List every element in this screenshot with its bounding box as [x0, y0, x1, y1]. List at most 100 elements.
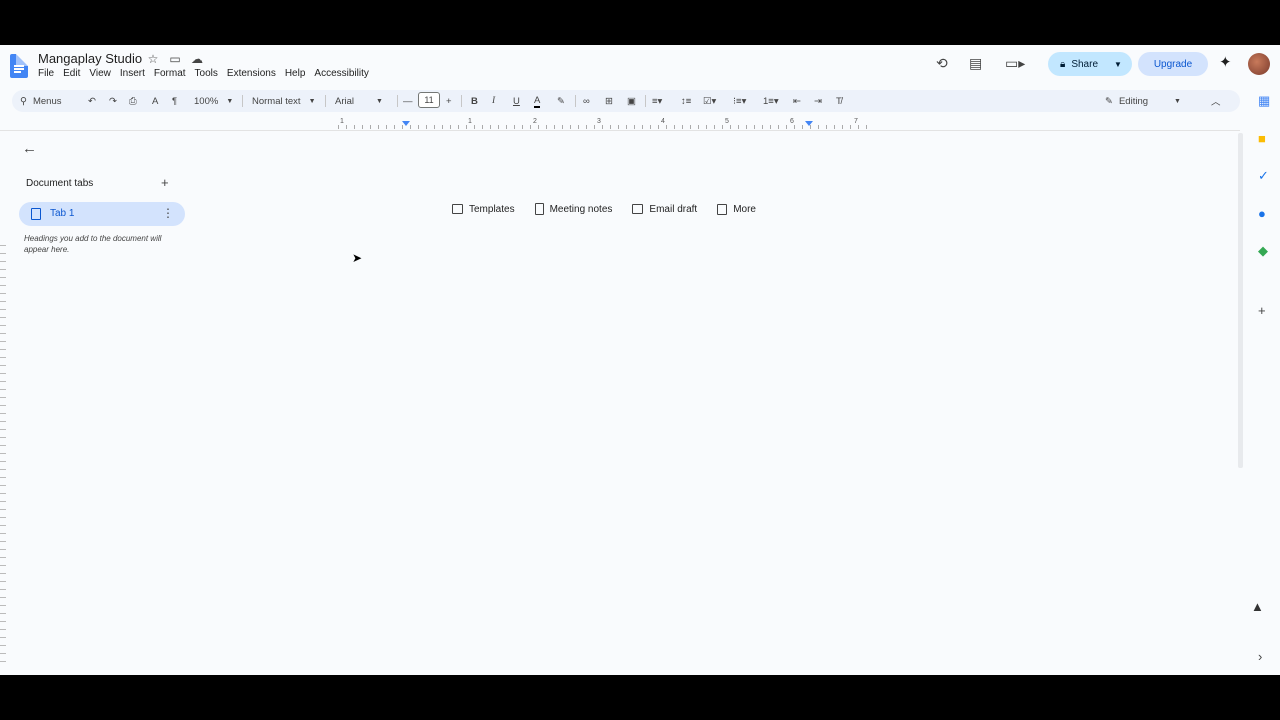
right-indent-marker[interactable] [805, 121, 813, 126]
add-comment-icon[interactable]: ⊞ [605, 94, 613, 108]
mouse-cursor-icon: ➤ [352, 251, 363, 265]
add-tab-icon[interactable]: + [161, 175, 169, 190]
bullet-list-icon[interactable]: ⁝≡▾ [733, 94, 746, 108]
ruler-label: 4 [661, 118, 665, 125]
ruler-label: 1 [340, 118, 344, 125]
explore-icon[interactable]: ▲ [1251, 599, 1264, 614]
clear-formatting-icon[interactable]: T̸ [836, 94, 842, 108]
gemini-icon[interactable]: ✦ [1219, 53, 1232, 71]
chevron-down-icon: ▼ [376, 97, 383, 105]
numbered-list-icon[interactable]: 1≡▾ [763, 94, 779, 108]
redo-icon[interactable]: ↷ [109, 94, 117, 108]
toolbar-divider-line [0, 130, 1240, 131]
share-dropdown-icon[interactable]: ▼ [1114, 60, 1122, 69]
undo-icon[interactable]: ↶ [88, 94, 96, 108]
chip-templates[interactable]: Templates [452, 203, 515, 215]
meet-icon[interactable]: ▭▸ [1005, 55, 1025, 72]
move-folder-icon[interactable]: ▭ [168, 52, 182, 66]
chevron-down-icon: ▼ [1174, 97, 1181, 105]
lock-icon: 🔒︎ [1060, 58, 1066, 70]
avatar[interactable] [1248, 53, 1270, 75]
menu-extensions[interactable]: Extensions [227, 68, 276, 79]
outline-hint: Headings you add to the document will ap… [24, 234, 162, 254]
chevron-down-icon: ▼ [226, 97, 234, 105]
menu-accessibility[interactable]: Accessibility [314, 68, 368, 79]
toolbar-divider [645, 95, 646, 107]
checklist-icon[interactable]: ☑▾ [703, 94, 716, 108]
highlight-icon[interactable]: ✎ [557, 94, 565, 108]
templates-icon [452, 204, 463, 214]
menu-tools[interactable]: Tools [195, 68, 218, 79]
document-title[interactable]: Mangaplay Studio [38, 51, 142, 66]
keep-icon[interactable]: ■ [1258, 131, 1266, 146]
increase-indent-icon[interactable]: ⇥ [814, 94, 822, 108]
align-icon[interactable]: ≡▾ [652, 94, 662, 108]
menu-format[interactable]: Format [154, 68, 186, 79]
increase-font-size-icon[interactable]: + [446, 94, 452, 108]
collapse-toolbar-icon[interactable]: ︿ [1211, 94, 1221, 108]
chevron-down-icon: ▼ [308, 97, 316, 105]
maps-icon[interactable]: ◆ [1258, 243, 1268, 259]
version-history-icon[interactable]: ⟲ [936, 55, 948, 72]
search-menus[interactable]: ⚲ Menus [20, 94, 61, 108]
menu-file[interactable]: File [38, 68, 54, 79]
line-spacing-icon[interactable]: ↕≡ [681, 94, 691, 108]
vertical-ruler [0, 245, 6, 665]
link-icon[interactable]: ∞ [583, 94, 590, 108]
calendar-icon[interactable]: ▦ [1258, 93, 1270, 109]
bold-icon[interactable]: B [471, 94, 478, 108]
comments-icon[interactable]: ▤ [969, 55, 982, 72]
tasks-icon[interactable]: ✓ [1258, 168, 1269, 184]
paint-format-icon[interactable]: ¶ [172, 94, 177, 108]
image-icon[interactable]: ▣ [627, 94, 636, 108]
document-icon [31, 208, 41, 220]
toolbar-divider [575, 95, 576, 107]
chip-email-draft[interactable]: Email draft [632, 203, 697, 215]
menu-help[interactable]: Help [285, 68, 306, 79]
email-draft-icon [632, 204, 644, 214]
menu-edit[interactable]: Edit [63, 68, 80, 79]
underline-icon[interactable]: U [513, 94, 520, 108]
font-size-input[interactable]: 11 [418, 92, 440, 108]
star-icon[interactable]: ☆ [146, 52, 160, 66]
share-button[interactable]: 🔒︎ Share ▼ [1048, 52, 1132, 76]
font-select[interactable]: Arial ▼ [335, 94, 383, 108]
tab-item-1[interactable]: Tab 1 ⋮ [19, 202, 185, 226]
upgrade-button[interactable]: Upgrade [1138, 52, 1208, 76]
spellcheck-icon[interactable]: A [152, 94, 158, 108]
ruler-label: 1 [468, 118, 472, 125]
ruler-label: 2 [533, 118, 537, 125]
text-color-icon[interactable]: A [534, 94, 541, 108]
docs-logo-icon[interactable] [10, 54, 28, 78]
chip-meeting-notes[interactable]: Meeting notes [534, 203, 612, 215]
docs-app: Mangaplay Studio ☆ ▭ ☁ File Edit View In… [0, 45, 1280, 675]
contacts-icon[interactable]: ● [1258, 206, 1266, 221]
left-indent-marker[interactable] [402, 121, 410, 126]
horizontal-ruler[interactable]: 1 1 2 3 4 5 6 7 [338, 118, 874, 130]
chevron-right-icon[interactable]: › [1258, 649, 1262, 664]
toolbar-divider [397, 95, 398, 107]
scrollbar[interactable] [1238, 133, 1243, 468]
ruler-label: 6 [790, 118, 794, 125]
cloud-status-icon[interactable]: ☁ [190, 52, 204, 66]
title-bar: Mangaplay Studio ☆ ▭ ☁ File Edit View In… [0, 45, 1280, 87]
more-vert-icon[interactable]: ⋮ [162, 206, 174, 220]
zoom-select[interactable]: 100% ▼ [194, 94, 233, 108]
decrease-font-size-icon[interactable]: — [403, 94, 413, 108]
toolbar-divider [461, 95, 462, 107]
menu-insert[interactable]: Insert [120, 68, 145, 79]
back-arrow-icon[interactable]: ← [22, 140, 37, 157]
chip-more[interactable]: More [717, 203, 756, 215]
get-addons-icon[interactable]: + [1258, 303, 1266, 318]
menu-view[interactable]: View [89, 68, 111, 79]
search-icon: ⚲ [20, 95, 27, 107]
decrease-indent-icon[interactable]: ⇤ [793, 94, 801, 108]
toolbar: ⚲ Menus ↶ ↷ ⎙ A ¶ 100% ▼ Normal text ▼ A… [12, 90, 1240, 112]
more-icon [717, 203, 728, 215]
toolbar-divider [325, 95, 326, 107]
print-icon[interactable]: ⎙ [129, 94, 137, 108]
style-select[interactable]: Normal text ▼ [252, 94, 316, 108]
mode-select[interactable]: ✎ Editing ▼ [1105, 94, 1181, 108]
document-tabs-heading: Document tabs [26, 178, 94, 189]
italic-icon[interactable]: I [492, 94, 495, 108]
